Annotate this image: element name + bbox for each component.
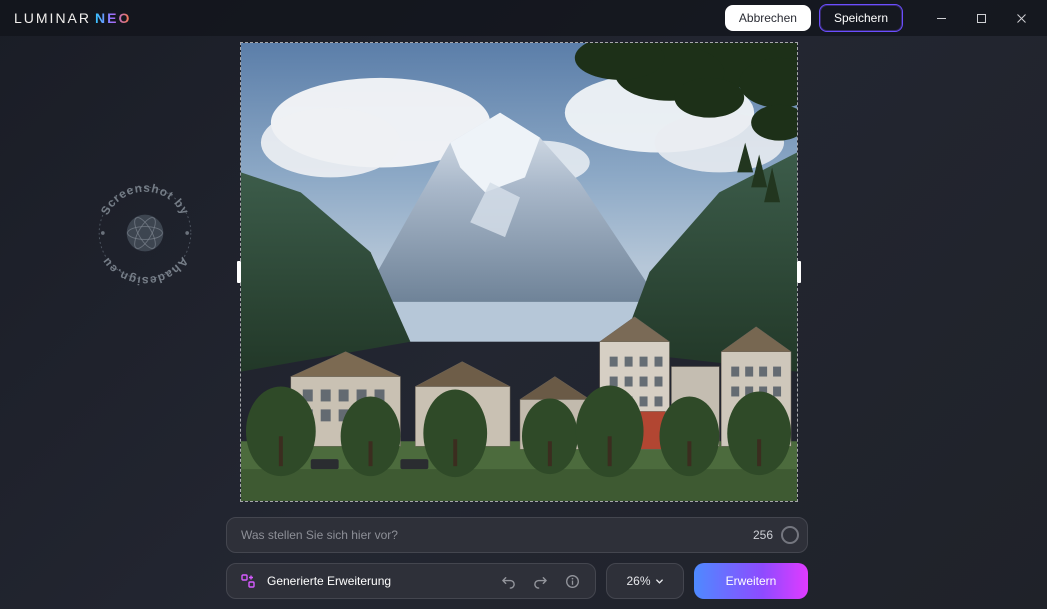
svg-text:Screenshot by: Screenshot by: [98, 181, 192, 218]
cancel-button[interactable]: Abbrechen: [725, 5, 811, 31]
maximize-button[interactable]: [961, 3, 1001, 33]
undo-icon: [501, 574, 516, 589]
minimize-button[interactable]: [921, 3, 961, 33]
info-icon: [565, 574, 580, 589]
redo-button[interactable]: [529, 570, 551, 592]
image-preview: [240, 42, 798, 502]
zoom-dropdown[interactable]: 26%: [606, 563, 684, 599]
maximize-icon: [976, 13, 987, 24]
undo-button[interactable]: [497, 570, 519, 592]
zoom-value: 26%: [626, 574, 650, 588]
close-button[interactable]: [1001, 3, 1041, 33]
svg-text:Ahadesign.eu: Ahadesign.eu: [99, 255, 192, 288]
brand-luminar: LUMINAR: [14, 10, 91, 26]
char-limit-label: 256: [753, 528, 773, 542]
chevron-down-icon: [655, 577, 664, 586]
minimize-icon: [936, 13, 947, 24]
generate-icon: [239, 572, 257, 590]
titlebar-actions: Abbrechen Speichern: [725, 3, 1041, 33]
window-controls: [921, 3, 1041, 33]
prompt-row: 256: [226, 517, 808, 553]
titlebar: LUMINAR NEO Abbrechen Speichern: [0, 0, 1047, 36]
watermark-badge: Screenshot by Ahadesign.eu: [90, 178, 200, 288]
redo-icon: [533, 574, 548, 589]
close-icon: [1016, 13, 1027, 24]
crop-handle-right[interactable]: [797, 261, 801, 283]
controls-row: Generierte Erweiterung 26% Erweitern: [226, 563, 808, 599]
canvas-area[interactable]: [240, 42, 798, 502]
brand-neo: NEO: [95, 10, 131, 26]
prompt-input[interactable]: [241, 528, 753, 542]
char-limit-indicator: [781, 526, 799, 544]
save-button[interactable]: Speichern: [819, 4, 903, 32]
crop-handle-left[interactable]: [237, 261, 241, 283]
info-button[interactable]: [561, 570, 583, 592]
bottom-panel: 256 Generierte Erweiterung 26% Erweitern: [226, 517, 808, 599]
expand-button[interactable]: Erweitern: [694, 563, 808, 599]
generated-extension-label: Generierte Erweiterung: [267, 574, 487, 588]
generated-extension-pill: Generierte Erweiterung: [226, 563, 596, 599]
app-logo: LUMINAR NEO: [14, 10, 131, 26]
